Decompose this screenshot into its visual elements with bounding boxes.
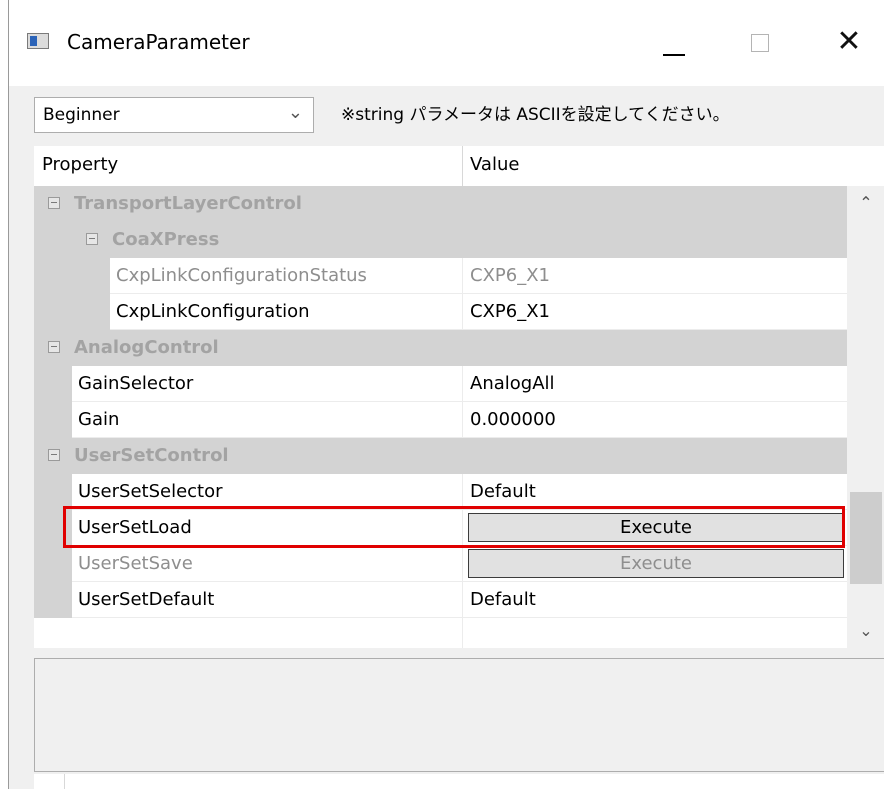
chevron-down-icon: ⌄ [287, 102, 303, 123]
scrollbar-thumb[interactable] [850, 492, 882, 584]
vertical-scrollbar[interactable]: ⌃ ⌄ [847, 186, 884, 648]
property-row-cxp-link-configuration-status[interactable]: CxpLinkConfigurationStatus CXP6_X1 [34, 258, 847, 294]
user-set-load-execute-button[interactable]: Execute [468, 513, 844, 542]
user-set-save-execute-button[interactable]: Execute [468, 549, 844, 578]
property-value-gain[interactable]: 0.000000 [470, 409, 556, 431]
app-icon [27, 33, 49, 49]
empty-row [34, 618, 847, 648]
property-row-user-set-selector[interactable]: UserSetSelector Default [34, 474, 847, 510]
property-row-user-set-default[interactable]: UserSetDefault Default [34, 582, 847, 618]
property-value-gain-selector[interactable]: AnalogAll [470, 373, 555, 395]
property-column-header[interactable]: Property [42, 154, 118, 176]
property-name: CxpLinkConfigurationStatus [116, 265, 367, 286]
property-name: UserSetSelector [78, 481, 223, 502]
property-name: CxpLinkConfiguration [116, 301, 310, 322]
collapse-toggle-icon[interactable] [48, 197, 60, 209]
value-column-header[interactable]: Value [470, 154, 519, 176]
category-label: TransportLayerControl [74, 193, 302, 214]
property-row-cxp-link-configuration[interactable]: CxpLinkConfiguration CXP6_X1 [34, 294, 847, 330]
close-button[interactable]: ✕ [819, 14, 879, 70]
property-name: GainSelector [78, 373, 194, 394]
scroll-up-button[interactable]: ⌃ [847, 186, 884, 220]
column-separator[interactable] [462, 146, 463, 186]
close-icon: ✕ [836, 24, 862, 59]
category-user-set-control[interactable]: UserSetControl [34, 438, 847, 474]
category-label: AnalogControl [74, 337, 219, 358]
property-value-user-set-selector[interactable]: Default [470, 481, 536, 503]
chevron-up-icon: ⌃ [859, 193, 873, 212]
collapse-toggle-icon[interactable] [86, 233, 98, 245]
category-analog-control[interactable]: AnalogControl [34, 330, 847, 366]
maximize-button[interactable] [731, 14, 791, 70]
description-panel [34, 658, 884, 772]
property-name: UserSetLoad [78, 517, 192, 538]
property-value-user-set-default[interactable]: Default [470, 589, 536, 611]
property-name: UserSetDefault [78, 589, 215, 610]
visibility-dropdown[interactable]: Beginner ⌄ [34, 97, 314, 133]
collapse-toggle-icon[interactable] [48, 449, 60, 461]
category-label: UserSetControl [74, 445, 229, 466]
ascii-note: ※string パラメータは ASCIIを設定してください。 [341, 105, 730, 125]
category-transport-layer-control[interactable]: TransportLayerControl [34, 186, 847, 222]
property-row-user-set-load[interactable]: UserSetLoad Execute [34, 510, 847, 546]
category-label: CoaXPress [112, 229, 220, 250]
category-coaxpress[interactable]: CoaXPress [34, 222, 847, 258]
window-title: CameraParameter [67, 30, 250, 54]
camera-parameter-window: CameraParameter ✕ Beginner ⌄ ※string パラメ… [8, 0, 884, 789]
minimize-button[interactable] [645, 14, 705, 70]
property-value: CXP6_X1 [470, 265, 550, 286]
visibility-dropdown-value: Beginner [43, 105, 120, 125]
collapse-toggle-icon[interactable] [48, 341, 60, 353]
property-value-cxp-link-configuration[interactable]: CXP6_X1 [470, 301, 550, 323]
scroll-down-button[interactable]: ⌄ [847, 614, 884, 648]
property-grid-header: Property Value [34, 146, 884, 186]
property-row-gain[interactable]: Gain 0.000000 [34, 402, 847, 438]
bottom-strip [34, 774, 884, 789]
title-bar: CameraParameter ✕ [9, 0, 884, 86]
property-row-gain-selector[interactable]: GainSelector AnalogAll [34, 366, 847, 402]
property-row-user-set-save[interactable]: UserSetSave Execute [34, 546, 847, 582]
chevron-down-icon: ⌄ [859, 621, 873, 640]
property-grid: TransportLayerControl CoaXPress CxpLinkC… [34, 186, 847, 648]
property-name: Gain [78, 409, 120, 430]
property-name: UserSetSave [78, 553, 193, 574]
